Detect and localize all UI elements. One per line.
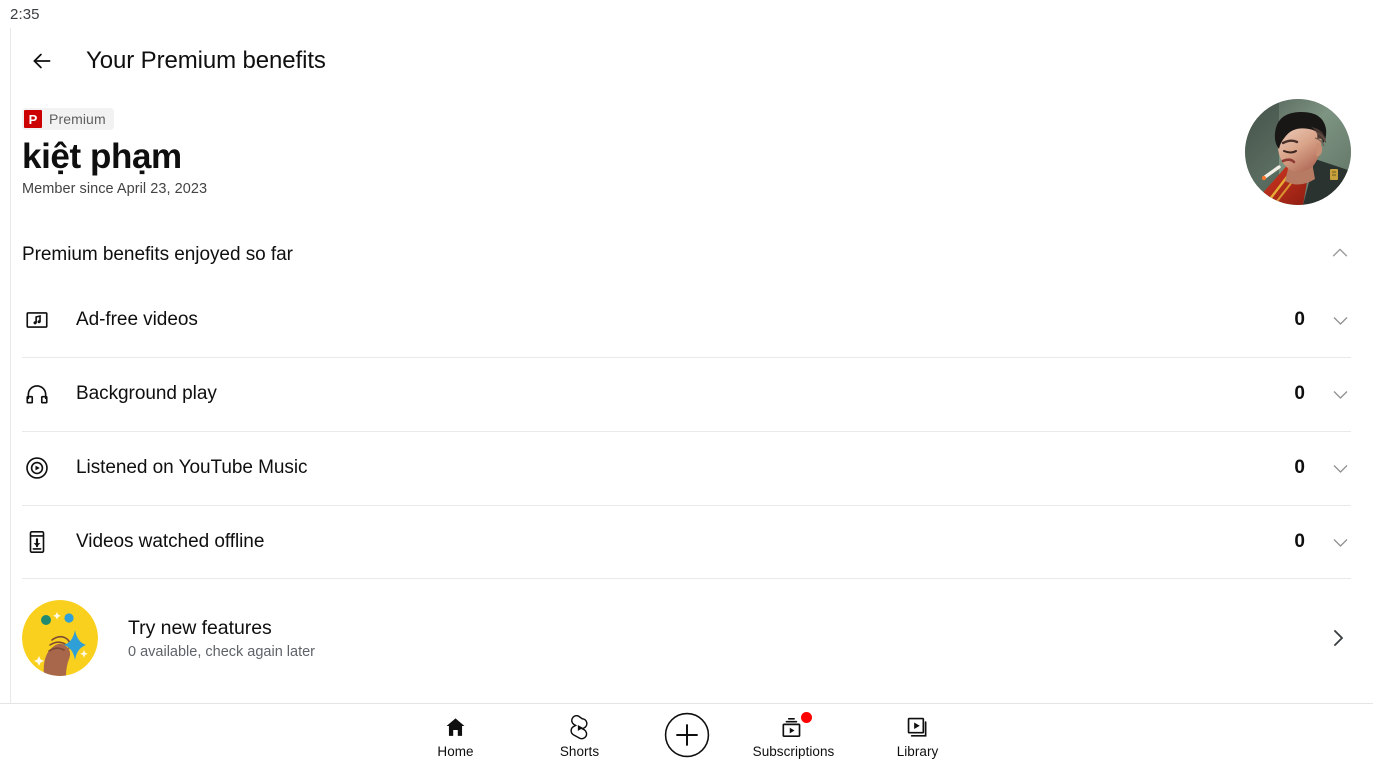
premium-badge-label: Premium (49, 111, 106, 127)
benefit-row-background-play[interactable]: Background play 0 (0, 357, 1373, 431)
try-new-features-title: Try new features (128, 616, 272, 639)
benefit-row-ad-free[interactable]: Ad-free videos 0 (0, 283, 1373, 357)
benefit-label: Background play (76, 383, 217, 404)
music-disc-icon (22, 453, 52, 483)
chevron-down-icon[interactable] (1329, 309, 1351, 331)
nav-item-subscriptions[interactable]: Subscriptions (732, 712, 856, 759)
chevron-down-icon[interactable] (1329, 531, 1351, 553)
nav-item-library[interactable]: Library (856, 714, 980, 759)
benefits-section-header[interactable]: Premium benefits enjoyed so far (0, 227, 1373, 283)
app-bar: Your Premium benefits (0, 28, 1373, 94)
member-since-text: Member since April 23, 2023 (22, 181, 208, 198)
benefit-label: Listened on YouTube Music (76, 457, 308, 478)
home-icon (443, 714, 468, 740)
arrow-left-icon (33, 53, 51, 69)
notification-badge-dot (801, 712, 812, 723)
download-phone-icon (22, 527, 52, 557)
premium-badge: P Premium (22, 108, 114, 130)
benefit-count: 0 (1294, 383, 1305, 404)
benefit-label: Videos watched offline (76, 531, 265, 552)
benefits-section-title: Premium benefits enjoyed so far (22, 244, 293, 265)
benefit-row-offline[interactable]: Videos watched offline 0 (0, 505, 1373, 579)
nav-item-home[interactable]: Home (394, 714, 518, 759)
nav-label: Home (437, 744, 474, 759)
chevron-down-icon[interactable] (1329, 457, 1351, 479)
chevron-right-icon[interactable] (1325, 625, 1351, 651)
premium-p-icon: P (24, 110, 42, 128)
nav-item-shorts[interactable]: Shorts (518, 714, 642, 759)
benefit-row-youtube-music[interactable]: Listened on YouTube Music 0 (0, 431, 1373, 505)
benefit-count: 0 (1294, 531, 1305, 552)
user-name: kiệt phạm (22, 137, 182, 176)
headphones-icon (22, 379, 52, 409)
subscriptions-icon (780, 712, 812, 740)
chevron-up-icon[interactable] (1329, 242, 1351, 269)
plus-circle-icon (664, 712, 710, 758)
premium-benefits-screen: 2:35 Your Premium benefits P Premium kiệ… (0, 0, 1373, 769)
try-new-features-subtitle: 0 available, check again later (128, 643, 316, 660)
nav-label: Subscriptions (752, 744, 835, 759)
bottom-navigation-bar: Home Shorts Subscriptions Library (0, 703, 1373, 769)
benefit-count: 0 (1294, 309, 1305, 330)
sparkle-hand-icon (22, 600, 98, 676)
page-title: Your Premium benefits (86, 47, 326, 74)
status-bar: 2:35 (0, 0, 1373, 28)
profile-block: P Premium kiệt phạm Member since April 2… (0, 94, 1373, 227)
avatar-illustration (1245, 99, 1351, 205)
benefits-list: Ad-free videos 0 Background play 0 Liste… (0, 283, 1373, 579)
nav-label: Library (896, 744, 939, 759)
try-new-features-row[interactable]: Try new features 0 available, check agai… (0, 599, 1373, 677)
library-icon (905, 714, 930, 740)
chevron-down-icon[interactable] (1329, 383, 1351, 405)
benefit-label: Ad-free videos (76, 309, 198, 330)
avatar[interactable] (1245, 99, 1351, 205)
shorts-icon (567, 714, 592, 740)
nav-item-create[interactable] (642, 712, 732, 762)
try-new-features-text: Try new features 0 available, check agai… (128, 617, 1325, 660)
benefit-count: 0 (1294, 457, 1305, 478)
ad-free-video-icon (22, 305, 52, 335)
status-bar-clock: 2:35 (10, 5, 40, 23)
back-button[interactable] (25, 44, 59, 78)
nav-label: Shorts (559, 744, 600, 759)
